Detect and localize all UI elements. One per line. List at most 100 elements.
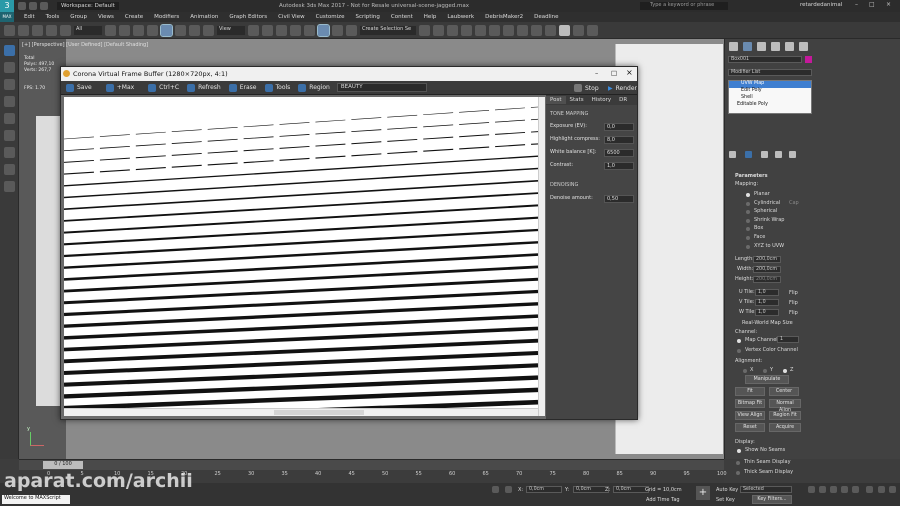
goto-end-icon[interactable] [852,486,859,493]
display-radio[interactable] [736,461,740,465]
keyboard-shortcut-icon[interactable] [276,24,287,36]
redo-icon[interactable] [18,24,29,36]
maxscript-listener[interactable]: Welcome to MAXScript [2,495,70,504]
mapping-radio[interactable] [746,218,750,223]
select-and-rotate-icon[interactable] [175,24,186,36]
spinner-snap-icon[interactable] [332,24,343,36]
add-time-tag[interactable]: Add Time Tag [646,497,680,503]
denoise-input[interactable]: 0,50 [604,195,634,203]
select-by-name-icon[interactable] [119,24,130,36]
save-icon[interactable] [29,2,37,10]
user-name[interactable]: retardedanimal [800,2,842,8]
add-key-button[interactable]: + [696,486,710,500]
search-input[interactable]: Type a keyword or phrase [640,2,728,10]
wtile-input[interactable]: 1,0 [755,309,779,316]
select-object-icon[interactable] [105,24,116,36]
region-fit-button[interactable]: Region Fit [769,411,801,420]
vfb-stop-button[interactable]: Stop [571,83,602,93]
stack-item[interactable]: UVW Map [729,81,811,88]
vfb-horizontal-scrollbar[interactable] [64,408,538,416]
bitmap-fit-button[interactable]: Bitmap Fit [735,399,765,408]
close-button[interactable]: × [886,1,891,8]
rectangle-selection-icon[interactable] [133,24,144,36]
select-and-scale-icon[interactable] [189,24,200,36]
menu-item[interactable]: Tools [46,14,60,20]
manipulate-icon[interactable] [262,24,273,36]
center-button[interactable]: Center [769,387,799,396]
maximize-button[interactable]: □ [869,1,875,8]
vfb-max-button[interactable]: +Max [103,83,137,93]
display-tab-icon[interactable] [785,42,794,51]
remove-modifier-icon[interactable] [775,151,782,158]
menu-item[interactable]: Edit [24,14,35,20]
vfb-region-button[interactable]: Region [295,83,333,93]
menu-item[interactable]: Laubwerk [447,14,474,20]
pin-stack-icon[interactable] [729,151,736,158]
next-frame-icon[interactable] [841,486,848,493]
pencil-icon[interactable] [4,130,15,141]
vfb-save-button[interactable]: Save [63,83,95,93]
align-z-radio[interactable] [783,369,787,373]
menu-item[interactable]: Scripting [355,14,379,20]
utile-input[interactable]: 1,0 [755,289,779,296]
menu-item[interactable]: Animation [190,14,218,20]
teapot-icon[interactable] [559,24,570,36]
brush-icon[interactable] [4,113,15,124]
select-and-place-icon[interactable] [203,24,214,36]
vfb-scroll-thumb[interactable] [274,410,364,415]
menu-item[interactable]: Group [70,14,87,20]
width-input[interactable]: 200,0cm [753,266,781,273]
vfb-vertical-scrollbar[interactable] [538,97,545,416]
x-coordinate-input[interactable]: 0,0cm [526,486,562,493]
prev-frame-icon[interactable] [819,486,826,493]
time-slider-thumb[interactable]: 0 / 100 [43,461,83,469]
tab-history[interactable]: History [588,96,616,104]
view-align-button[interactable]: View Align [735,411,765,420]
undo-icon[interactable] [4,24,15,36]
vfb-minimize-button[interactable]: – [595,69,598,77]
stack-item[interactable]: Editable Poly [729,102,811,109]
highlight-input[interactable]: 8,0 [604,136,634,144]
manipulate-button[interactable]: Manipulate [745,375,789,384]
mapping-radio[interactable] [746,236,750,240]
auto-key-button[interactable]: Auto Key [716,487,738,493]
edit-icon[interactable] [4,96,15,107]
workspace-dropdown[interactable]: Workspace: Default [57,2,119,10]
vfb-close-button[interactable]: × [626,68,633,77]
render-setup-icon[interactable] [517,24,528,36]
play-icon[interactable] [830,486,837,493]
vfb-channel-dropdown[interactable]: BEAUTY [336,83,427,92]
vfb-erase-button[interactable]: Erase [226,83,260,93]
named-selection-input[interactable]: Create Selection Se [360,25,416,35]
create-tab-icon[interactable] [729,42,738,51]
motion-tab-icon[interactable] [771,42,780,51]
select-and-move-icon[interactable] [160,23,173,37]
mapping-radio[interactable] [746,193,750,197]
vtile-input[interactable]: 1,0 [755,299,779,306]
display-radio[interactable] [736,471,740,475]
hierarchy-tab-icon[interactable] [757,42,766,51]
vfb-title-bar[interactable]: Corona Virtual Frame Buffer (1280×720px,… [61,67,637,81]
selection-filter-dropdown[interactable]: All [74,25,102,35]
material-editor-icon[interactable] [503,24,514,36]
menu-item[interactable]: Graph Editors [229,14,267,20]
angle-snap-icon[interactable] [304,24,315,36]
layer-explorer-icon[interactable] [447,24,458,36]
edit-named-selection-icon[interactable] [346,24,357,36]
vfb-tools-button[interactable]: Tools [262,83,294,93]
lock-selection-icon[interactable] [492,486,499,493]
vertex-color-radio[interactable] [737,349,741,353]
lasso-icon[interactable] [4,62,15,73]
menu-item[interactable]: Civil View [278,14,304,20]
parameters-header[interactable]: Parameters [735,173,768,179]
bind-space-warp-icon[interactable] [60,24,71,36]
white-balance-input[interactable]: 6500 [604,149,634,157]
menu-item[interactable]: Deadline [534,14,558,20]
max-logo[interactable]: MAX [0,12,14,22]
map-channel-input[interactable]: 1 [777,336,799,343]
z-coordinate-input[interactable]: 0,0cm [613,486,649,493]
configure-sets-icon[interactable] [789,151,796,158]
viewport-label[interactable]: [+] [Perspective] [User Defined] [Defaul… [22,42,148,48]
vfb-copy-button[interactable]: Ctrl+C [145,83,182,93]
open-icon[interactable] [18,2,26,10]
